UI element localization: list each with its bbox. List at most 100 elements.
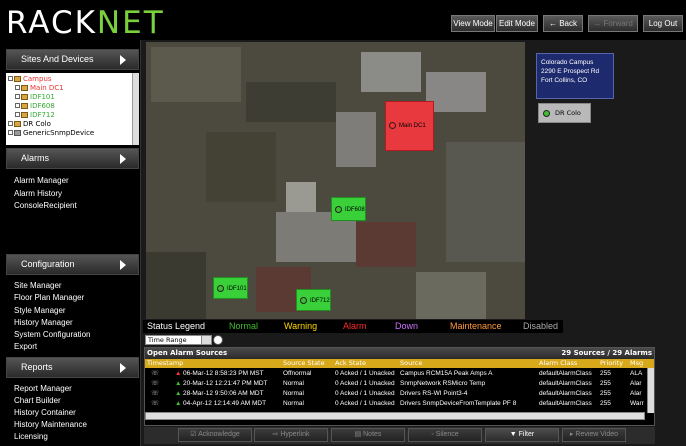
alarm-count: 29 Sources / 29 Alarms <box>561 349 652 357</box>
legend-title: Status Legend <box>147 321 206 331</box>
col-msg[interactable]: Msg <box>630 359 646 368</box>
check-icon: ☑ <box>190 431 199 438</box>
notes-icon: ▤ <box>354 431 364 438</box>
chevron-right-icon <box>120 363 126 373</box>
review-video-button[interactable]: ▸ Review Video <box>562 428 626 442</box>
history-maintenance-link[interactable]: History Maintenance <box>14 420 87 429</box>
map-building <box>356 222 416 267</box>
alarm-bell-icon: ▲ <box>175 380 182 387</box>
normal-status-icon <box>300 297 307 304</box>
console-recipient-link[interactable]: ConsoleRecipient <box>14 201 77 210</box>
edit-mode-button[interactable]: Edit Mode <box>496 15 538 32</box>
legend-down: Down <box>395 321 419 331</box>
licensing-link[interactable]: Licensing <box>14 432 48 441</box>
phone-icon: ☏ <box>151 400 160 407</box>
silence-button[interactable]: ◦ Silence <box>408 428 482 442</box>
zone-idf712[interactable]: IDF712 <box>296 289 331 311</box>
chevron-right-icon <box>120 55 126 65</box>
zone-idf608[interactable]: IDF608 <box>331 197 366 221</box>
clock-icon[interactable] <box>213 335 223 345</box>
tree-scrollbar[interactable] <box>132 73 139 145</box>
export-link[interactable]: Export <box>14 342 37 351</box>
site-tree[interactable]: Campus Main DC1 IDF101 IDF608 IDF712 DR … <box>6 73 139 145</box>
alarm-history-link[interactable]: Alarm History <box>14 189 62 198</box>
system-configuration-link[interactable]: System Configuration <box>14 330 90 339</box>
table-row[interactable]: ☏ ▲ 28-Mar-12 9:50:06 AM MDT Normal 0 Ac… <box>145 389 654 398</box>
tree-node-main-dc1[interactable]: Main DC1 <box>15 84 64 93</box>
tree-node-idf101[interactable]: IDF101 <box>15 93 55 102</box>
map-building <box>416 272 486 319</box>
alarm-bell-icon: ▲ <box>175 400 182 407</box>
legend-alarm: Alarm <box>343 321 367 331</box>
style-manager-link[interactable]: Style Manager <box>14 306 66 315</box>
tree-node-generic-snmp-device[interactable]: GenericSnmpDevice <box>8 129 94 138</box>
top-bar: RACKNET View Mode Edit Mode ← Back → For… <box>0 0 686 40</box>
view-mode-button[interactable]: View Mode <box>451 15 495 32</box>
dr-colo-node[interactable]: DR Colo <box>538 103 591 123</box>
history-manager-link[interactable]: History Manager <box>14 318 73 327</box>
floor-plan-manager-link[interactable]: Floor Plan Manager <box>14 293 84 302</box>
tree-node-dr-colo[interactable]: DR Colo <box>8 120 51 129</box>
filter-button[interactable]: ▼ Filter <box>485 428 559 442</box>
location-city: Fort Collins, CO <box>541 77 588 84</box>
location-card: Colorado Campus 2290 E Prospect Rd Fort … <box>536 53 614 99</box>
alarm-bell-icon: ▲ <box>175 370 182 377</box>
sites-and-devices-header[interactable]: Sites And Devices <box>6 49 139 70</box>
map-building <box>336 112 376 167</box>
history-container-link[interactable]: History Container <box>14 408 76 417</box>
legend-maintenance: Maintenance <box>450 321 502 331</box>
forward-button[interactable]: → Forward <box>588 15 638 32</box>
map-terrain <box>446 142 525 262</box>
campus-aerial-map <box>146 42 525 319</box>
time-range-select[interactable]: Time Range <box>145 335 212 345</box>
filter-icon: ▼ <box>509 431 519 438</box>
folder-icon <box>21 103 28 109</box>
legend-disabled: Disabled <box>523 321 559 331</box>
col-alarm-class[interactable]: Alarm Class <box>539 359 577 368</box>
map-parking <box>206 132 276 202</box>
location-name: Colorado Campus <box>541 59 594 66</box>
logout-button[interactable]: Log Out <box>643 15 683 32</box>
zone-idf101[interactable]: IDF101 <box>213 277 248 299</box>
col-ack-state[interactable]: Ack State <box>335 359 366 368</box>
chart-builder-link[interactable]: Chart Builder <box>14 396 61 405</box>
map-building <box>426 72 486 112</box>
table-row[interactable]: ☏ ▲ 06-Mar-12 8:58:23 PM MST Offnormal 0… <box>145 369 654 378</box>
back-button[interactable]: ← Back <box>543 15 583 32</box>
notes-button[interactable]: ▤ Notes <box>331 428 405 442</box>
hyperlink-button[interactable]: ⇨ Hyperlink <box>254 428 328 442</box>
table-row[interactable]: ☏ ▲ 20-Mar-12 12:21:47 PM MDT Normal 0 A… <box>145 379 654 388</box>
tree-node-idf712[interactable]: IDF712 <box>15 111 55 120</box>
phone-icon: ☏ <box>151 390 160 397</box>
table-header: Timestamp Source State Ack State Source … <box>145 359 654 368</box>
tree-node-idf608[interactable]: IDF608 <box>15 102 55 111</box>
map-parking <box>146 252 206 319</box>
legend-normal: Normal <box>229 321 259 331</box>
report-manager-link[interactable]: Report Manager <box>14 384 72 393</box>
col-source[interactable]: Source <box>400 359 422 368</box>
alarm-manager-link[interactable]: Alarm Manager <box>14 176 69 185</box>
map-building <box>361 52 421 92</box>
zone-main-dc1[interactable]: Main DC1 <box>385 101 434 151</box>
folder-icon <box>14 121 21 127</box>
configuration-header[interactable]: Configuration <box>6 254 139 275</box>
col-source-state[interactable]: Source State <box>283 359 325 368</box>
reports-header[interactable]: Reports <box>6 357 139 378</box>
col-priority[interactable]: Priority <box>600 359 623 368</box>
phone-icon: ☏ <box>151 370 160 377</box>
col-timestamp[interactable]: Timestamp <box>147 359 183 368</box>
alarms-header[interactable]: Alarms <box>6 148 139 169</box>
racknet-logo: RACKNET <box>6 5 165 41</box>
device-icon <box>14 130 21 136</box>
site-manager-link[interactable]: Site Manager <box>14 281 62 290</box>
phone-icon: ☏ <box>151 380 160 387</box>
table-horizontal-scrollbar[interactable] <box>145 412 645 420</box>
open-alarm-sources-panel: Open Alarm Sources 29 Sources / 29 Alarms… <box>144 347 655 426</box>
legend-warning: Warning <box>284 321 318 331</box>
tree-node-campus[interactable]: Campus <box>8 75 52 84</box>
map-terrain <box>151 47 241 102</box>
location-address: 2290 E Prospect Rd <box>541 68 600 75</box>
table-vertical-scrollbar[interactable] <box>647 368 654 413</box>
acknowledge-button[interactable]: ☑ Acknowledge <box>178 428 252 442</box>
table-row[interactable]: ☏ ▲ 04-Apr-12 12:14:49 AM MDT Normal 0 A… <box>145 399 654 408</box>
